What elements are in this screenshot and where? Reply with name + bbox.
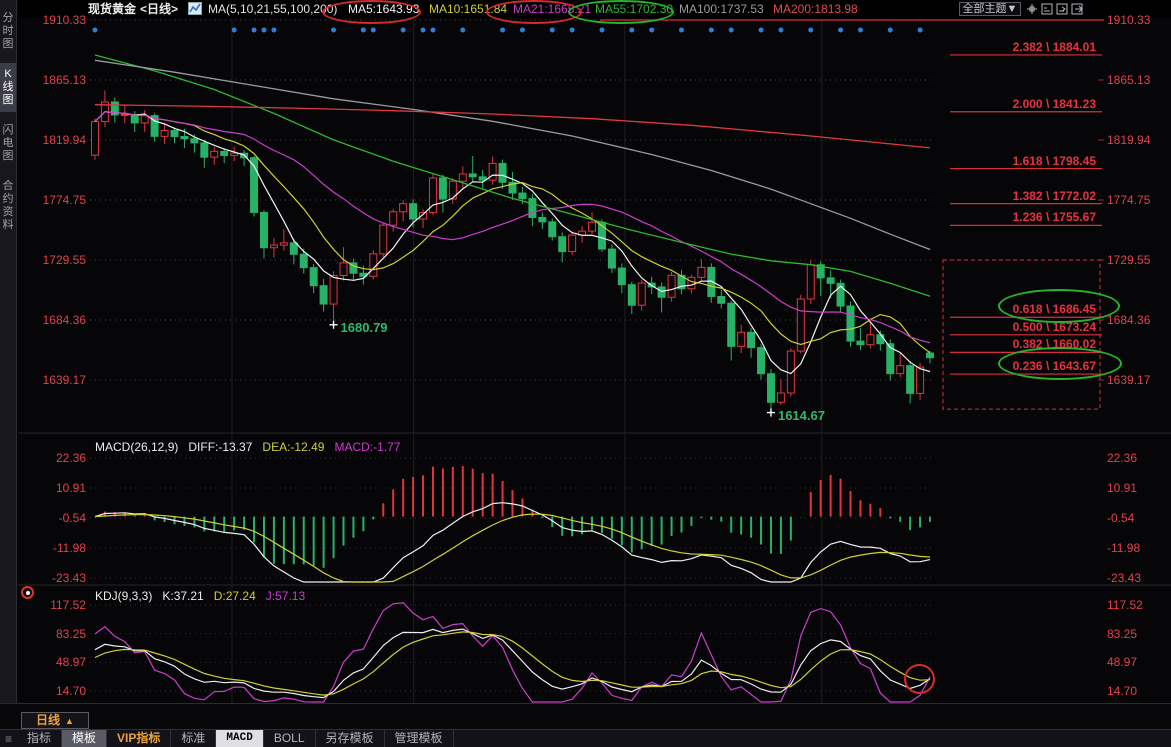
macd-axis-label-left: 10.91	[20, 481, 86, 495]
price-axis-label-right: 1729.55	[1107, 253, 1150, 267]
macd-axis-label-left: -11.98	[20, 541, 86, 555]
tab-MACD[interactable]: MACD	[216, 730, 263, 747]
macd-axis-label-left: -23.43	[20, 571, 86, 585]
fib-level-label-0.236: 0.236 \ 1643.67	[936, 359, 1096, 373]
low-annotation-1614.67: 1614.67	[778, 408, 825, 423]
price-axis-label-right: 1639.17	[1107, 373, 1150, 387]
tab-VIP指标[interactable]: VIP指标	[107, 730, 171, 747]
kdj-axis-label-left: 14.70	[20, 684, 86, 698]
symbol-title: 现货黄金	[88, 2, 136, 16]
price-axis-label-left: 1865.13	[20, 73, 86, 87]
price-axis-label-right: 1774.75	[1107, 193, 1150, 207]
crosshair-icon[interactable]	[1026, 3, 1038, 15]
price-axis-label-left: 1684.36	[20, 313, 86, 327]
kdj-axis-label-right: 48.97	[1107, 655, 1137, 669]
price-axis-label-right: 1865.13	[1107, 73, 1150, 87]
price-axis-label-right: 1684.36	[1107, 313, 1150, 327]
price-axis-label-left: 1819.94	[20, 133, 86, 147]
kdj-sun-icon[interactable]	[21, 586, 34, 599]
tab-模板[interactable]: 模板	[62, 730, 107, 747]
period-selector-label: 日线	[36, 713, 60, 727]
sidebar-tab-K线图[interactable]: K线图	[0, 63, 16, 112]
macd-axis-label-right: 10.91	[1107, 481, 1137, 495]
macd-axis-label-right: 22.36	[1107, 451, 1137, 465]
kdj-panel-area[interactable]	[18, 587, 1104, 703]
period-tag: <日线>	[140, 2, 178, 16]
theme-dropdown-button[interactable]: 全部主题▼	[959, 2, 1021, 16]
sidebar-tab-分时图[interactable]: 分时图	[0, 7, 16, 56]
chart-header: 现货黄金 <日线> MA(5,10,21,55,100,200) MA5:164…	[18, 0, 1171, 18]
macd-axis-label-right: -23.43	[1107, 571, 1141, 585]
price-axis-label-right: 1819.94	[1107, 133, 1150, 147]
time-axis: 日线 ▲	[0, 703, 1171, 729]
left-sidebar: 分时图 K线图闪电图合约资料	[0, 0, 17, 729]
macd-axis-label-left: -0.54	[20, 511, 86, 525]
tab-管理模板[interactable]: 管理模板	[385, 730, 454, 747]
ma55-legend-value: MA55:1702.30	[595, 2, 673, 16]
fib-level-label-2.000: 2.000 \ 1841.23	[936, 97, 1096, 111]
kdj-title: KDJ(9,3,3)	[95, 589, 152, 603]
period-selector[interactable]: 日线 ▲	[21, 712, 89, 729]
tab-BOLL[interactable]: BOLL	[264, 730, 316, 747]
kdj-header: KDJ(9,3,3) K:37.21 D:27.24 J:57.13	[95, 589, 305, 603]
macd-panel-area[interactable]	[18, 434, 1104, 585]
fib-level-label-1.236: 1.236 \ 1755.67	[936, 210, 1096, 224]
kdj-axis-label-left: 48.97	[20, 655, 86, 669]
kdj-d-value: D:27.24	[214, 589, 256, 603]
ma100-legend-value: MA100:1737.53	[679, 2, 764, 16]
macd-axis-label-right: -11.98	[1107, 541, 1140, 555]
macd-dea-value: DEA:-12.49	[262, 440, 324, 454]
macd-macd-value: MACD:-1.77	[334, 440, 400, 454]
macd-diff-value: DIFF:-13.37	[188, 440, 252, 454]
ma-params: MA(5,10,21,55,100,200)	[208, 2, 337, 16]
fib-level-label-0.500: 0.500 \ 1673.24	[936, 320, 1096, 334]
macd-axis-label-right: -0.54	[1107, 511, 1134, 525]
ma21-legend-value: MA21:1665.21	[513, 2, 591, 16]
tab-指标[interactable]: 指标	[17, 730, 62, 747]
kdj-axis-label-left: 117.52	[20, 598, 86, 612]
ma5-legend-value: MA5:1643.93	[348, 2, 419, 16]
price-axis-label-left: 1910.33	[20, 13, 86, 27]
fib-level-label-1.618: 1.618 \ 1798.45	[936, 154, 1096, 168]
chart-type-icon	[188, 2, 202, 18]
price-axis-label-left: 1774.75	[20, 193, 86, 207]
triangle-up-icon: ▲	[65, 716, 74, 726]
price-axis-label-left: 1729.55	[20, 253, 86, 267]
split-pane-icon[interactable]	[1041, 3, 1053, 15]
kdj-k-value: K:37.21	[162, 589, 203, 603]
macd-header: MACD(26,12,9) DIFF:-13.37 DEA:-12.49 MACD:-…	[95, 440, 400, 454]
kdj-axis-label-left: 83.25	[20, 627, 86, 641]
macd-title: MACD(26,12,9)	[95, 440, 178, 454]
kdj-axis-label-right: 117.52	[1107, 598, 1143, 612]
tab-标准[interactable]: 标准	[171, 730, 216, 747]
ma200-legend-value: MA200:1813.98	[773, 2, 858, 16]
fib-level-label-2.382: 2.382 \ 1884.01	[936, 40, 1096, 54]
fib-level-label-0.618: 0.618 \ 1686.45	[936, 302, 1096, 316]
macd-axis-label-left: 22.36	[20, 451, 86, 465]
collapse-pane-icon[interactable]	[1071, 3, 1083, 15]
low-annotation-1680.79: 1680.79	[341, 320, 388, 335]
kdj-axis-label-right: 14.70	[1107, 684, 1137, 698]
kdj-axis-label-right: 83.25	[1107, 627, 1137, 641]
ma10-legend-value: MA10:1651.84	[429, 2, 507, 16]
sidebar-tab-合约资料[interactable]: 合约资料	[0, 175, 16, 237]
trading-app: 分时图 K线图闪电图合约资料 现货黄金 <日线> MA(5,10,21,55,10…	[0, 0, 1171, 747]
fib-level-label-0.382: 0.382 \ 1660.02	[936, 337, 1096, 351]
price-axis-label-left: 1639.17	[20, 373, 86, 387]
pane-arrow-icon[interactable]	[1056, 3, 1068, 15]
menu-icon[interactable]: ≡	[0, 732, 17, 746]
tab-另存模板[interactable]: 另存模板	[316, 730, 385, 747]
fib-level-label-1.382: 1.382 \ 1772.02	[936, 189, 1096, 203]
bottom-tab-bar: ≡ 指标模板VIP指标标准MACDBOLL另存模板管理模板	[0, 729, 1171, 747]
price-axis-label-right: 1910.33	[1107, 13, 1150, 27]
sidebar-tab-闪电图[interactable]: 闪电图	[0, 119, 16, 168]
kdj-j-value: J:57.13	[266, 589, 305, 603]
